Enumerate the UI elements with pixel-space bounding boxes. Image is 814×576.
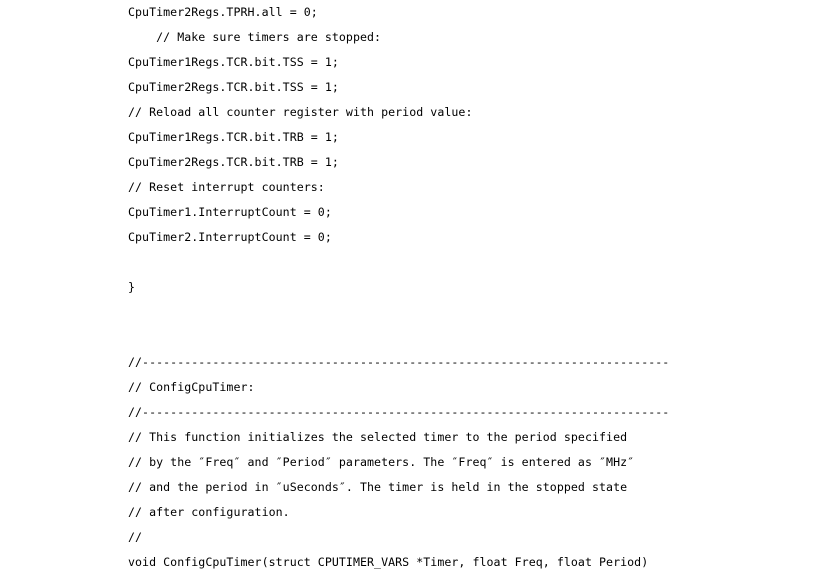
code-line-separator: //--------------------------------------… <box>128 405 670 419</box>
code-line: // Reset interrupt counters: <box>128 180 325 194</box>
code-line: CpuTimer2Regs.TPRH.all = 0; <box>128 5 318 19</box>
code-line-separator: //--------------------------------------… <box>128 355 670 369</box>
code-line: // by the ″Freq″ and ″Period″ parameters… <box>128 455 635 469</box>
code-line: // after configuration. <box>128 505 290 519</box>
code-line-function-signature: void ConfigCpuTimer(struct CPUTIMER_VARS… <box>128 555 649 569</box>
code-line: // This function initializes the selecte… <box>128 430 628 444</box>
code-line: // Make sure timers are stopped: <box>128 30 382 44</box>
code-line: CpuTimer1Regs.TCR.bit.TRB = 1; <box>128 130 339 144</box>
code-line: // <box>128 530 143 544</box>
code-line: CpuTimer2Regs.TCR.bit.TRB = 1; <box>128 155 339 169</box>
code-page: CpuTimer2Regs.TPRH.all = 0; // Make sure… <box>0 0 814 576</box>
code-line: CpuTimer2.InterruptCount = 0; <box>128 230 332 244</box>
code-line: CpuTimer1.InterruptCount = 0; <box>128 205 332 219</box>
code-line: CpuTimer2Regs.TCR.bit.TSS = 1; <box>128 80 339 94</box>
code-line-closing-brace: } <box>128 280 136 294</box>
code-line: // and the period in ″uSeconds″. The tim… <box>128 480 628 494</box>
code-line-section-title: // ConfigCpuTimer: <box>128 380 255 394</box>
code-line: CpuTimer1Regs.TCR.bit.TSS = 1; <box>128 55 339 69</box>
code-line: // Reload all counter register with peri… <box>128 105 473 119</box>
code-listing[interactable]: CpuTimer2Regs.TPRH.all = 0; // Make sure… <box>128 0 788 575</box>
